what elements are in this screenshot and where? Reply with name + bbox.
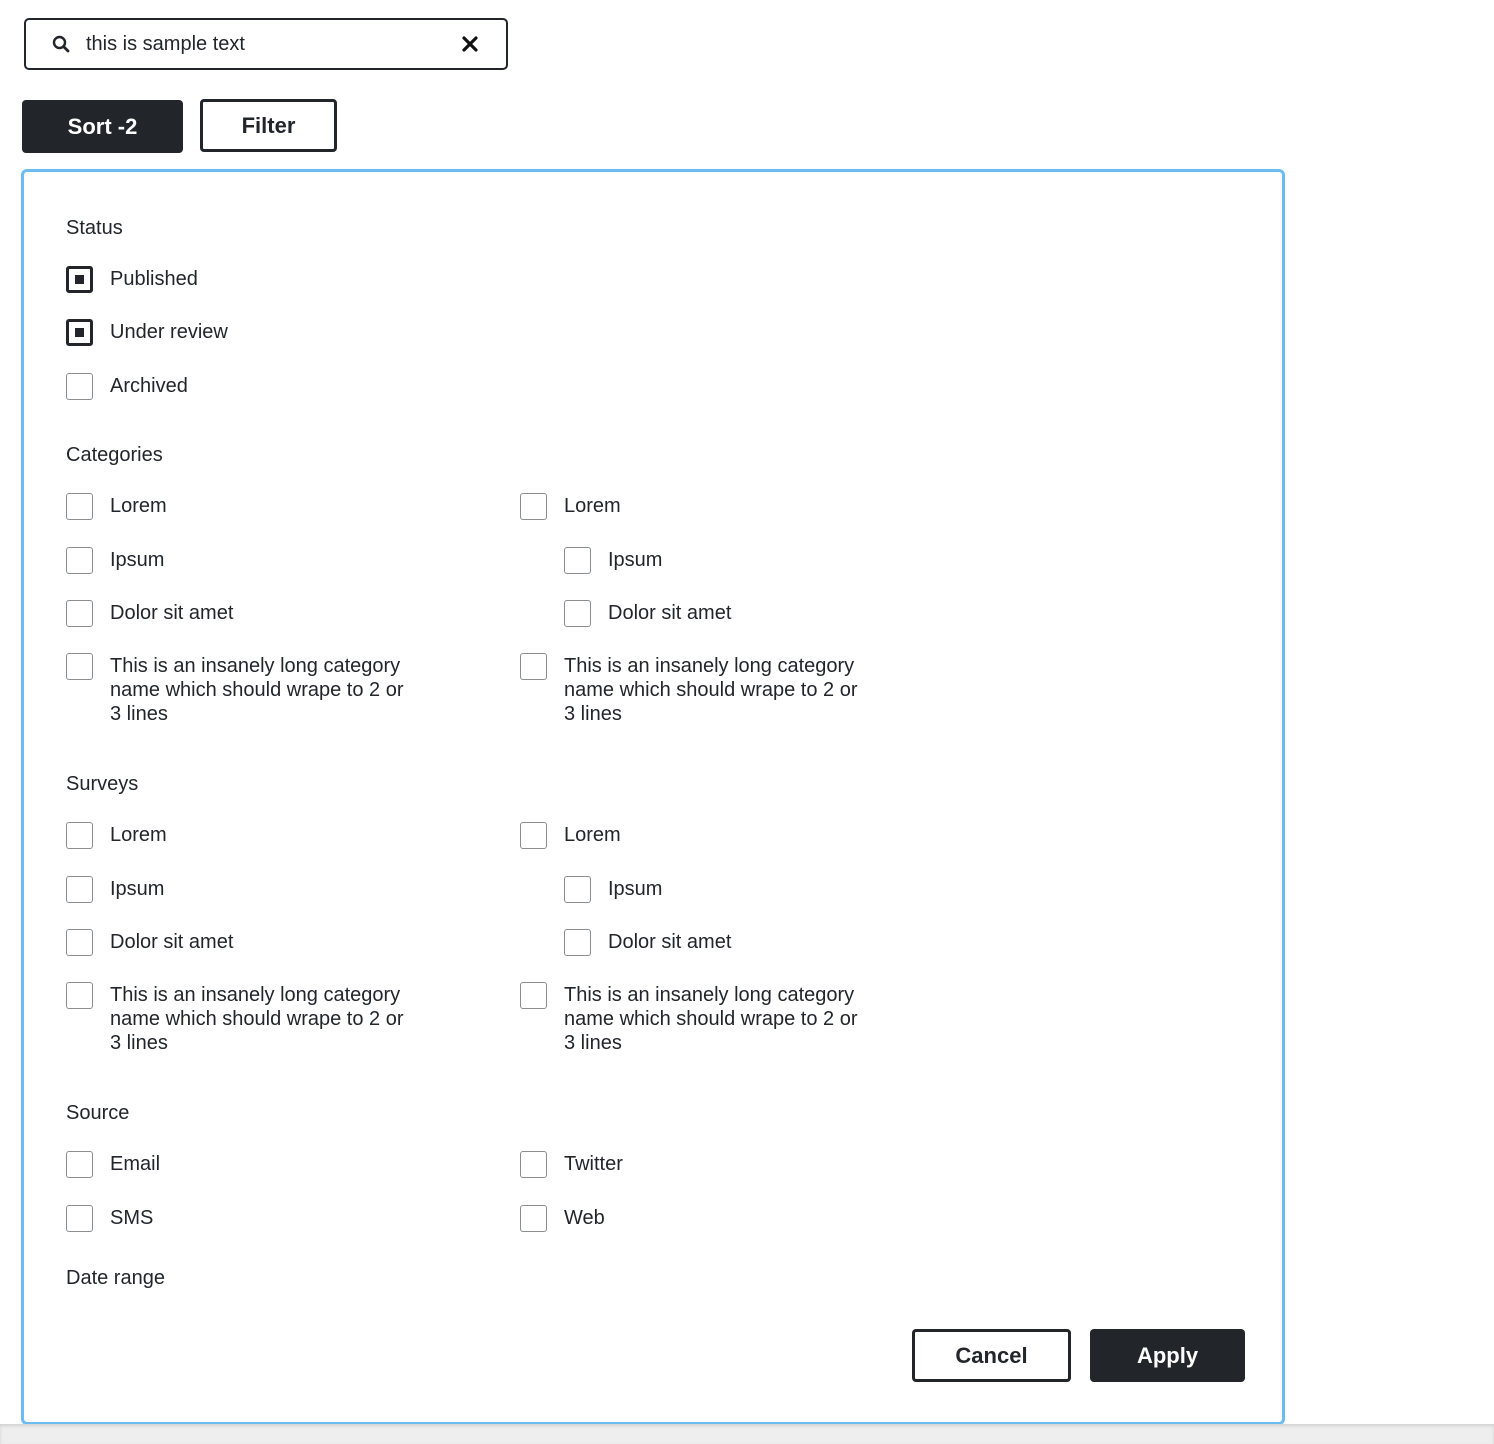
checkbox-unchecked[interactable] <box>66 547 93 574</box>
checkbox-web[interactable]: Web <box>520 1205 605 1232</box>
checkbox-label: Ipsum <box>110 549 165 571</box>
checkbox-unchecked[interactable] <box>66 1151 93 1178</box>
survey-checkbox[interactable]: Ipsum <box>66 876 164 903</box>
checkbox-label: Ipsum <box>110 878 165 900</box>
survey-checkbox[interactable]: Lorem <box>520 822 621 849</box>
checkbox-label: Ipsum <box>608 549 663 571</box>
filter-panel: Status Published Under review Archived C… <box>21 169 1285 1425</box>
checkbox-label: Dolor sit amet <box>608 931 732 953</box>
page-footer-band <box>0 1424 1494 1444</box>
checkbox-label: Lorem <box>110 495 167 517</box>
checkbox-label: Email <box>110 1153 161 1175</box>
checkbox-label: This is an insanely long category name w… <box>564 655 858 725</box>
section-title-date-range: Date range <box>66 1267 165 1289</box>
section-title-categories: Categories <box>66 444 163 466</box>
section-title-source: Source <box>66 1102 130 1124</box>
survey-checkbox[interactable]: This is an insanely long category name w… <box>66 982 410 1055</box>
checkbox-label: Published <box>110 268 198 290</box>
category-checkbox[interactable]: Ipsum <box>66 547 164 574</box>
checkbox-label: Ipsum <box>608 878 663 900</box>
checkbox-unchecked[interactable] <box>66 493 93 520</box>
category-checkbox[interactable]: Lorem <box>520 493 621 520</box>
survey-subcheckbox[interactable]: Dolor sit amet <box>564 929 731 956</box>
cancel-button[interactable]: Cancel <box>912 1329 1071 1382</box>
checkbox-label: Lorem <box>564 824 621 846</box>
checkbox-unchecked[interactable] <box>66 982 93 1009</box>
checkbox-unchecked[interactable] <box>520 493 547 520</box>
survey-checkbox[interactable]: Lorem <box>66 822 167 849</box>
checkbox-unchecked[interactable] <box>520 653 547 680</box>
category-checkbox[interactable]: This is an insanely long category name w… <box>66 653 410 726</box>
checkbox-unchecked[interactable] <box>564 600 591 627</box>
checkbox-unchecked[interactable] <box>66 600 93 627</box>
checkbox-unchecked[interactable] <box>520 1151 547 1178</box>
survey-checkbox[interactable]: Dolor sit amet <box>66 929 233 956</box>
search-input[interactable] <box>86 30 426 58</box>
checkbox-label: SMS <box>110 1207 154 1229</box>
checkbox-label: Archived <box>110 375 188 397</box>
search-box <box>24 18 508 70</box>
checkbox-label: This is an insanely long category name w… <box>110 984 404 1054</box>
checkbox-unchecked[interactable] <box>66 876 93 903</box>
checkbox-twitter[interactable]: Twitter <box>520 1151 623 1178</box>
checkbox-label: Twitter <box>564 1153 623 1175</box>
sort-button[interactable]: Sort -2 <box>22 100 183 153</box>
category-checkbox[interactable]: This is an insanely long category name w… <box>520 653 864 726</box>
checkbox-label: Lorem <box>564 495 621 517</box>
close-icon[interactable] <box>462 36 478 52</box>
checkbox-email[interactable]: Email <box>66 1151 160 1178</box>
filter-button[interactable]: Filter <box>200 99 337 152</box>
checkbox-unchecked[interactable] <box>66 373 93 400</box>
checkbox-under-review[interactable]: Under review <box>66 319 228 346</box>
search-icon <box>52 35 70 53</box>
checkbox-unchecked[interactable] <box>66 929 93 956</box>
checkbox-checked[interactable] <box>66 266 93 293</box>
checkbox-unchecked[interactable] <box>66 822 93 849</box>
checkbox-sms[interactable]: SMS <box>66 1205 153 1232</box>
checkbox-unchecked[interactable] <box>66 1205 93 1232</box>
checkbox-published[interactable]: Published <box>66 266 198 293</box>
checkbox-label: This is an insanely long category name w… <box>564 984 858 1054</box>
checkbox-archived[interactable]: Archived <box>66 373 188 400</box>
survey-checkbox[interactable]: This is an insanely long category name w… <box>520 982 864 1055</box>
checkbox-unchecked[interactable] <box>66 653 93 680</box>
checkbox-checked[interactable] <box>66 319 93 346</box>
category-subcheckbox[interactable]: Dolor sit amet <box>564 600 731 627</box>
category-subcheckbox[interactable]: Ipsum <box>564 547 662 574</box>
checkbox-unchecked[interactable] <box>564 929 591 956</box>
checkbox-unchecked[interactable] <box>520 822 547 849</box>
checkbox-unchecked[interactable] <box>520 982 547 1009</box>
checkbox-label: Under review <box>110 321 228 343</box>
section-title-status: Status <box>66 217 123 239</box>
section-title-surveys: Surveys <box>66 773 139 795</box>
category-checkbox[interactable]: Lorem <box>66 493 167 520</box>
checkbox-label: Dolor sit amet <box>608 602 732 624</box>
checkbox-unchecked[interactable] <box>520 1205 547 1232</box>
category-checkbox[interactable]: Dolor sit amet <box>66 600 233 627</box>
checkbox-label: Lorem <box>110 824 167 846</box>
checkbox-unchecked[interactable] <box>564 547 591 574</box>
checkbox-unchecked[interactable] <box>564 876 591 903</box>
apply-button[interactable]: Apply <box>1090 1329 1245 1382</box>
survey-subcheckbox[interactable]: Ipsum <box>564 876 662 903</box>
checkbox-label: Dolor sit amet <box>110 931 234 953</box>
checkbox-label: Web <box>564 1207 605 1229</box>
checkbox-label: This is an insanely long category name w… <box>110 655 404 725</box>
checkbox-label: Dolor sit amet <box>110 602 234 624</box>
